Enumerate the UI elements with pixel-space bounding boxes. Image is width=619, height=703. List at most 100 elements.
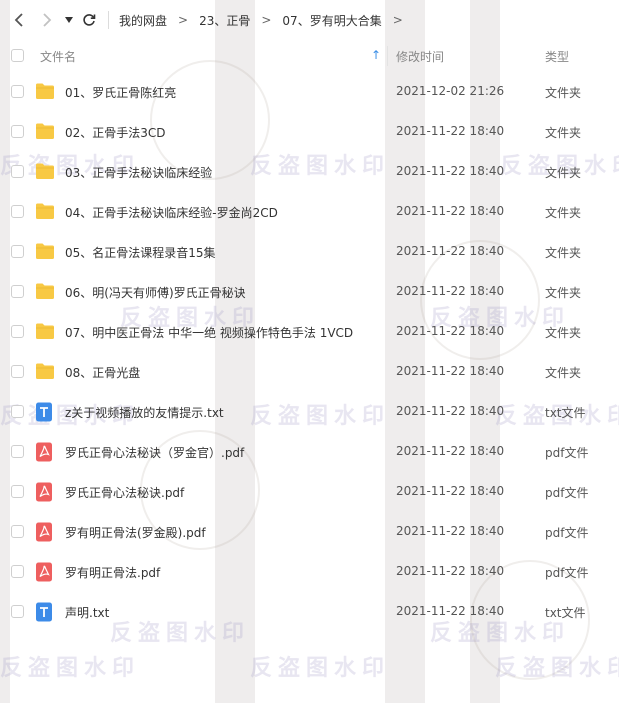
folder-icon [36, 363, 54, 379]
file-name: 03、正骨手法秘诀临床经验 [65, 166, 213, 180]
breadcrumb-item-category[interactable]: 23、正骨 [199, 12, 250, 29]
file-type: 文件夹 [545, 286, 582, 300]
file-name: 罗有明正骨法(罗金殿).pdf [65, 526, 206, 540]
row-checkbox[interactable] [11, 605, 24, 618]
file-type: 文件夹 [545, 86, 582, 100]
file-row[interactable]: 声明.txt 2021-11-22 18:40 txt文件 [0, 592, 619, 632]
file-type: pdf文件 [545, 486, 589, 500]
file-modified-time: 2021-12-02 21:26 [396, 84, 505, 98]
folder-icon [36, 83, 54, 99]
file-row[interactable]: z关于视频播放的友情提示.txt 2021-11-22 18:40 txt文件 [0, 392, 619, 432]
row-checkbox[interactable] [11, 525, 24, 538]
file-type: 文件夹 [545, 126, 582, 140]
file-row[interactable]: 罗有明正骨法.pdf 2021-11-22 18:40 pdf文件 [0, 552, 619, 592]
refresh-icon [83, 14, 96, 26]
txt-file-icon [35, 402, 55, 422]
file-type: pdf文件 [545, 446, 589, 460]
row-checkbox[interactable] [11, 205, 24, 218]
breadcrumb-item-current[interactable]: 07、罗有明大合集 [282, 12, 381, 29]
back-button[interactable] [8, 9, 30, 31]
file-name: 07、明中医正骨法 中华一绝 视频操作特色手法 1VCD [65, 326, 354, 340]
file-name: 06、明(冯天有师傅)罗氏正骨秘诀 [65, 286, 246, 300]
column-divider [387, 46, 388, 66]
file-name: z关于视频播放的友情提示.txt [65, 406, 224, 420]
file-type: txt文件 [545, 406, 586, 420]
folder-icon [35, 322, 55, 342]
history-dropdown-button[interactable] [62, 9, 76, 31]
file-row[interactable]: 07、明中医正骨法 中华一绝 视频操作特色手法 1VCD 2021-11-22 … [0, 312, 619, 352]
breadcrumb-separator: > [178, 13, 189, 27]
row-checkbox[interactable] [11, 445, 24, 458]
navigation-bar: 我的网盘 > 23、正骨 > 07、罗有明大合集 > [0, 0, 619, 40]
breadcrumb-separator: > [261, 13, 272, 27]
watermark-text: 反盗图水印 [495, 656, 619, 681]
file-row[interactable]: 罗有明正骨法(罗金殿).pdf 2021-11-22 18:40 pdf文件 [0, 512, 619, 552]
txt-file-icon [36, 602, 52, 622]
file-type: txt文件 [545, 606, 586, 620]
row-checkbox[interactable] [11, 85, 24, 98]
breadcrumb-item-root[interactable]: 我的网盘 [119, 12, 167, 29]
file-row[interactable]: 06、明(冯天有师傅)罗氏正骨秘诀 2021-11-22 18:40 文件夹 [0, 272, 619, 312]
file-name: 02、正骨手法3CD [65, 126, 166, 140]
row-checkbox[interactable] [11, 285, 24, 298]
file-modified-time: 2021-11-22 18:40 [396, 164, 505, 178]
file-type: 文件夹 [545, 206, 582, 220]
row-checkbox[interactable] [11, 565, 24, 578]
file-name: 罗有明正骨法.pdf [65, 566, 161, 580]
file-modified-time: 2021-11-22 18:40 [396, 444, 505, 458]
folder-icon [36, 243, 54, 259]
forward-button[interactable] [36, 9, 58, 31]
file-name: 05、名正骨法课程录音15集 [65, 246, 216, 260]
row-checkbox[interactable] [11, 165, 24, 178]
pdf-file-icon [36, 442, 52, 462]
folder-icon [35, 282, 55, 302]
file-modified-time: 2021-11-22 18:40 [396, 604, 505, 618]
folder-icon [36, 323, 54, 339]
breadcrumb: 我的网盘 > 23、正骨 > 07、罗有明大合集 > [119, 12, 414, 29]
file-row[interactable]: 罗氏正骨心法秘诀（罗金官）.pdf 2021-11-22 18:40 pdf文件 [0, 432, 619, 472]
chevron-right-icon [43, 13, 52, 27]
folder-icon [35, 162, 55, 182]
row-checkbox[interactable] [11, 125, 24, 138]
file-row[interactable]: 05、名正骨法课程录音15集 2021-11-22 18:40 文件夹 [0, 232, 619, 272]
column-header-name[interactable]: 文件名 [40, 48, 76, 65]
breadcrumb-separator: > [392, 13, 403, 27]
file-modified-time: 2021-11-22 18:40 [396, 404, 505, 418]
sort-ascending-icon[interactable]: ↑ [371, 49, 381, 61]
caret-down-icon [65, 17, 73, 23]
file-row[interactable]: 08、正骨光盘 2021-11-22 18:40 文件夹 [0, 352, 619, 392]
select-all-checkbox[interactable] [11, 49, 24, 62]
folder-icon [36, 203, 54, 219]
column-header-modified-time[interactable]: 修改时间 [396, 48, 444, 65]
folder-icon [36, 123, 54, 139]
row-checkbox[interactable] [11, 245, 24, 258]
file-type: 文件夹 [545, 246, 582, 260]
file-row[interactable]: 04、正骨手法秘诀临床经验-罗金尚2CD 2021-11-22 18:40 文件… [0, 192, 619, 232]
file-modified-time: 2021-11-22 18:40 [396, 524, 505, 538]
file-name: 罗氏正骨心法秘诀.pdf [65, 486, 185, 500]
file-modified-time: 2021-11-22 18:40 [396, 204, 505, 218]
file-row[interactable]: 03、正骨手法秘诀临床经验 2021-11-22 18:40 文件夹 [0, 152, 619, 192]
txt-file-icon [35, 602, 55, 622]
folder-icon [36, 283, 54, 299]
row-checkbox[interactable] [11, 325, 24, 338]
pdf-file-icon [36, 482, 52, 502]
file-name: 声明.txt [65, 606, 110, 620]
row-checkbox[interactable] [11, 485, 24, 498]
file-modified-time: 2021-11-22 18:40 [396, 364, 505, 378]
column-header-type[interactable]: 类型 [545, 48, 569, 65]
file-modified-time: 2021-11-22 18:40 [396, 564, 505, 578]
file-row[interactable]: 02、正骨手法3CD 2021-11-22 18:40 文件夹 [0, 112, 619, 152]
file-modified-time: 2021-11-22 18:40 [396, 324, 505, 338]
file-type: 文件夹 [545, 326, 582, 340]
refresh-button[interactable] [78, 9, 100, 31]
file-list-header: 文件名 ↑ 修改时间 类型 [0, 40, 619, 72]
file-modified-time: 2021-11-22 18:40 [396, 244, 505, 258]
file-row[interactable]: 罗氏正骨心法秘诀.pdf 2021-11-22 18:40 pdf文件 [0, 472, 619, 512]
pdf-file-icon [35, 482, 55, 502]
file-list: 01、罗氏正骨陈红亮 2021-12-02 21:26 文件夹 02、正骨手法3… [0, 72, 619, 632]
row-checkbox[interactable] [11, 405, 24, 418]
file-row[interactable]: 01、罗氏正骨陈红亮 2021-12-02 21:26 文件夹 [0, 72, 619, 112]
file-name: 01、罗氏正骨陈红亮 [65, 86, 177, 100]
row-checkbox[interactable] [11, 365, 24, 378]
